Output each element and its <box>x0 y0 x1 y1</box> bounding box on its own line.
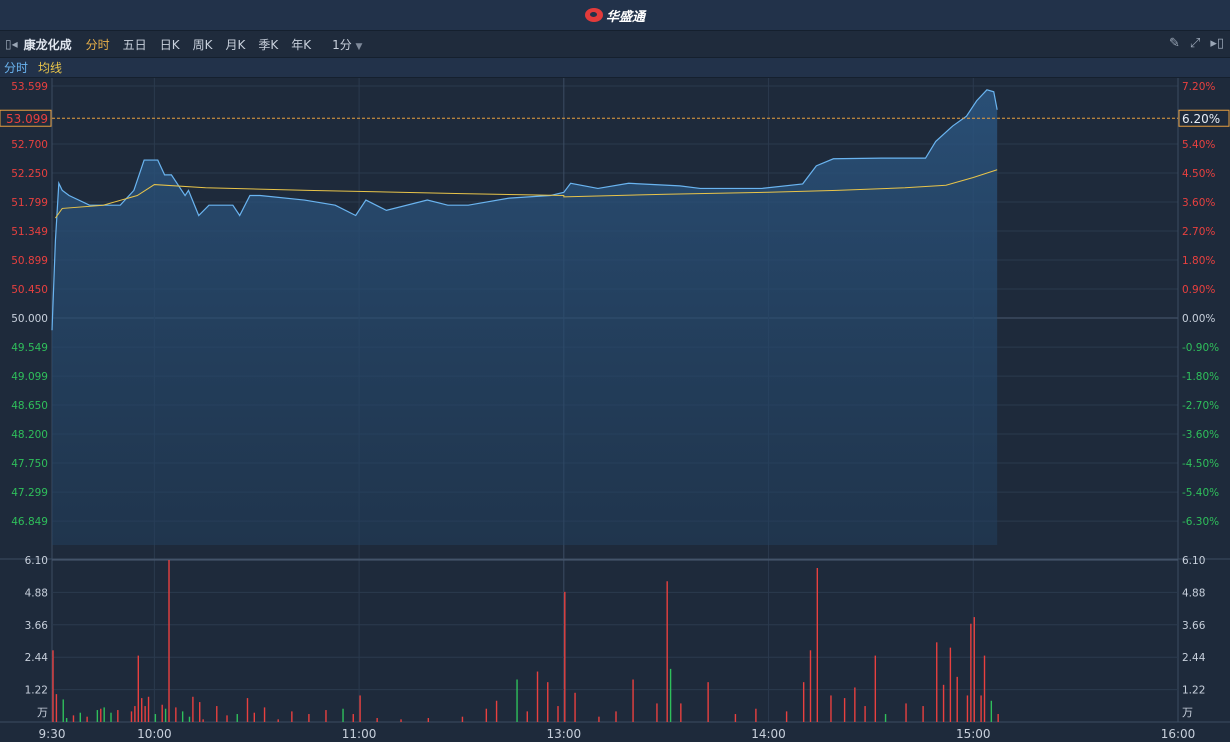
price-tick-label: 52.700 <box>11 139 48 151</box>
volume-tick-label: 3.66 <box>25 620 49 632</box>
price-tick-label: 46.849 <box>11 516 48 528</box>
time-label: 11:00 <box>342 727 377 741</box>
interval-value: 1分 <box>332 37 352 52</box>
collapse-left-icon[interactable]: ▯◂ <box>5 37 18 51</box>
volume-tick-label-right: 4.88 <box>1182 587 1205 599</box>
volume-tick-label-right: 2.44 <box>1182 652 1206 664</box>
legend-price-line[interactable]: 分时 <box>4 59 28 76</box>
app-logo: 华盛通 <box>584 6 645 25</box>
period-tab[interactable]: 月K <box>225 36 245 53</box>
logo-text: 华盛通 <box>605 9 645 25</box>
pct-tick-label: -0.90% <box>1182 342 1219 354</box>
period-tab[interactable]: 日K <box>160 36 180 53</box>
volume-tick-label-right: 6.10 <box>1182 555 1205 567</box>
price-tick-label: 50.000 <box>11 313 48 325</box>
period-tab[interactable]: 季K <box>258 36 278 53</box>
volume-tick-label-right: 3.66 <box>1182 620 1206 632</box>
period-tab[interactable]: 五日 <box>123 36 147 53</box>
price-tick-label: 49.099 <box>11 371 48 383</box>
volume-tick-label: 4.88 <box>25 587 48 599</box>
pct-tick-label: 3.60% <box>1182 197 1215 209</box>
pct-tick-label: 5.40% <box>1182 139 1215 151</box>
volume-unit-left: 万 <box>37 706 48 719</box>
price-tick-label: 53.599 <box>11 81 48 93</box>
price-tick-label: 49.549 <box>11 342 48 354</box>
pct-tick-label: -1.80% <box>1182 371 1219 383</box>
price-tick-label: 52.250 <box>11 168 48 180</box>
pct-tick-label: -2.70% <box>1182 400 1219 412</box>
price-tick-label: 47.299 <box>11 487 48 499</box>
pct-tick-label: 1.80% <box>1182 255 1215 267</box>
collapse-right-icon[interactable]: ▸▯ <box>1210 36 1224 51</box>
chart-legend: 分时 均线 <box>0 58 1230 78</box>
price-tick-label: 51.799 <box>11 197 48 209</box>
volume-unit-right: 万 <box>1182 706 1193 719</box>
pencil-icon[interactable]: ✎ <box>1169 36 1180 51</box>
price-tick-label: 51.349 <box>11 226 48 238</box>
price-tick-label: 47.750 <box>11 458 48 470</box>
pct-tick-label: 7.20% <box>1182 81 1215 93</box>
price-tick-label: 48.200 <box>11 429 48 441</box>
time-label: 9:30 <box>39 727 66 741</box>
current-price-label: 53.099 <box>6 112 48 126</box>
period-tab[interactable]: 周K <box>193 36 213 53</box>
intraday-chart[interactable]: 53.599 7.20% 52.700 5.40% 52.250 4.50% 51.799 3… <box>0 78 1230 742</box>
price-tick-label: 50.899 <box>11 255 48 267</box>
interval-select[interactable]: 1分 ▼ <box>332 36 362 53</box>
pct-tick-label: 4.50% <box>1182 168 1215 180</box>
logo-icon <box>584 8 603 22</box>
period-tab[interactable]: 年K <box>291 36 311 53</box>
toolbar: ▯◂ 康龙化成 分时 五日 日K 周K 月K 季K 年K 1分 ▼ ✎ ⤢ ▸▯ <box>0 31 1230 58</box>
volume-tick-label: 1.22 <box>25 685 48 697</box>
volume-tick-label: 6.10 <box>25 555 48 567</box>
volume-tick-label-right: 1.22 <box>1182 685 1205 697</box>
time-label: 14:00 <box>751 727 786 741</box>
time-label: 10:00 <box>137 727 172 741</box>
period-tab[interactable]: 分时 <box>86 36 110 53</box>
pct-tick-label: -3.60% <box>1182 429 1219 441</box>
time-label: 13:00 <box>547 727 582 741</box>
pct-tick-label: -4.50% <box>1182 458 1219 470</box>
time-label: 16:00 <box>1161 727 1196 741</box>
pct-tick-label: 0.00% <box>1182 313 1215 325</box>
chevron-down-icon: ▼ <box>355 41 363 52</box>
price-tick-label: 48.650 <box>11 400 48 412</box>
fullscreen-icon[interactable]: ⤢ <box>1190 36 1200 51</box>
pct-tick-label: 0.90% <box>1182 284 1215 296</box>
volume-tick-label: 2.44 <box>25 652 49 664</box>
legend-avg-line[interactable]: 均线 <box>38 59 62 76</box>
pct-tick-label: -5.40% <box>1182 487 1219 499</box>
current-pct-label: 6.20% <box>1182 112 1220 126</box>
price-tick-label: 50.450 <box>11 284 48 296</box>
pct-tick-label: 2.70% <box>1182 226 1215 238</box>
title-bar: 华盛通 <box>0 0 1230 31</box>
time-label: 15:00 <box>956 727 991 741</box>
stock-name: 康龙化成 <box>23 37 72 52</box>
pct-tick-label: -6.30% <box>1182 516 1219 528</box>
